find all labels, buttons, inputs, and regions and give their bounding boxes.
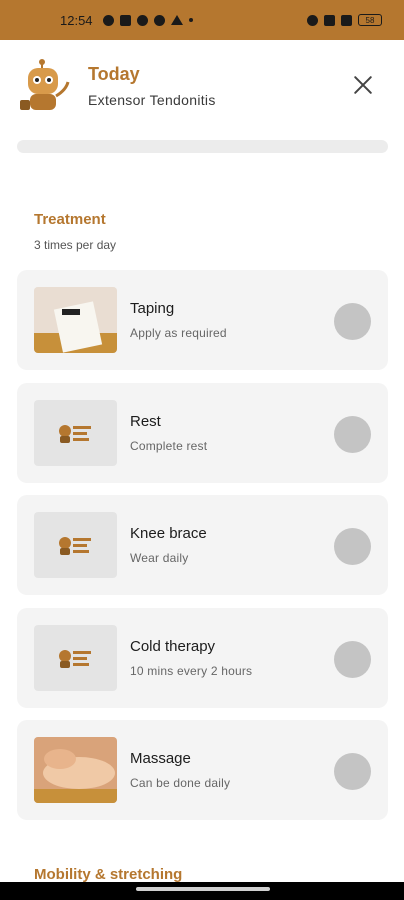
telegram-icon: [170, 15, 183, 25]
complete-toggle[interactable]: [334, 303, 371, 340]
section-title-mobility: Mobility & stretching: [34, 866, 183, 883]
treatment-card-massage[interactable]: Massage Can be done daily: [17, 720, 388, 820]
progress-bar: [17, 140, 388, 153]
battery-icon: 58: [358, 14, 382, 26]
youtube-icon: [119, 14, 131, 26]
massage-thumbnail: [34, 737, 117, 803]
home-gesture-handle[interactable]: [136, 887, 270, 891]
system-icons: 58: [307, 14, 382, 26]
treatment-card-subtitle: 10 mins every 2 hours: [130, 664, 253, 678]
taping-thumbnail: [34, 287, 117, 353]
data-icon: [324, 14, 335, 26]
knee-brace-thumbnail: [34, 512, 117, 578]
section-title-treatment: Treatment: [34, 211, 106, 228]
signal-icon: [341, 14, 352, 26]
treatment-card-subtitle: Can be done daily: [130, 776, 231, 790]
system-navigation-bar: [0, 882, 404, 900]
status-time: 12:54: [60, 12, 93, 28]
app-logo-icon: [59, 425, 91, 443]
rest-thumbnail: [34, 400, 117, 466]
treatment-card-title: Massage: [130, 750, 191, 767]
complete-toggle[interactable]: [334, 641, 371, 678]
page-title: Today: [88, 64, 140, 84]
mascot-logo-icon: [20, 59, 70, 110]
header: Today Extensor Tendonitis: [0, 40, 404, 130]
treatment-card-title: Taping: [130, 300, 175, 317]
complete-toggle[interactable]: [334, 416, 371, 453]
treatment-card-title: Rest: [130, 413, 161, 430]
wifi-icon: [307, 14, 318, 26]
treatment-card-cold-therapy[interactable]: Cold therapy 10 mins every 2 hours: [17, 608, 388, 708]
complete-toggle[interactable]: [334, 528, 371, 565]
app-logo-icon: [59, 650, 91, 668]
app-logo-icon: [59, 537, 91, 555]
notification-icons: [102, 14, 193, 26]
taping-photo-icon: [34, 287, 117, 353]
treatment-card-subtitle: Apply as required: [130, 326, 227, 340]
complete-toggle[interactable]: [334, 753, 371, 790]
more-dot-icon: [188, 18, 193, 22]
treatment-frequency: 3 times per day: [34, 238, 117, 252]
treatment-card-title: Cold therapy: [130, 638, 216, 655]
facebook-icon: [136, 14, 148, 26]
treatment-card-subtitle: Wear daily: [130, 551, 189, 565]
status-bar: 12:54 58: [0, 0, 404, 40]
treatment-card-rest[interactable]: Rest Complete rest: [17, 383, 388, 483]
treatment-card-knee-brace[interactable]: Knee brace Wear daily: [17, 495, 388, 595]
treatment-card-title: Knee brace: [130, 525, 207, 542]
treatment-card-taping[interactable]: Taping Apply as required: [17, 270, 388, 370]
snapchat-icon: [153, 14, 165, 26]
treatment-card-subtitle: Complete rest: [130, 439, 208, 453]
cold-therapy-thumbnail: [34, 625, 117, 691]
close-button[interactable]: [350, 72, 376, 98]
alarm-icon: [102, 14, 114, 26]
condition-name: Extensor Tendonitis: [88, 92, 216, 108]
massage-photo-icon: [34, 737, 117, 803]
